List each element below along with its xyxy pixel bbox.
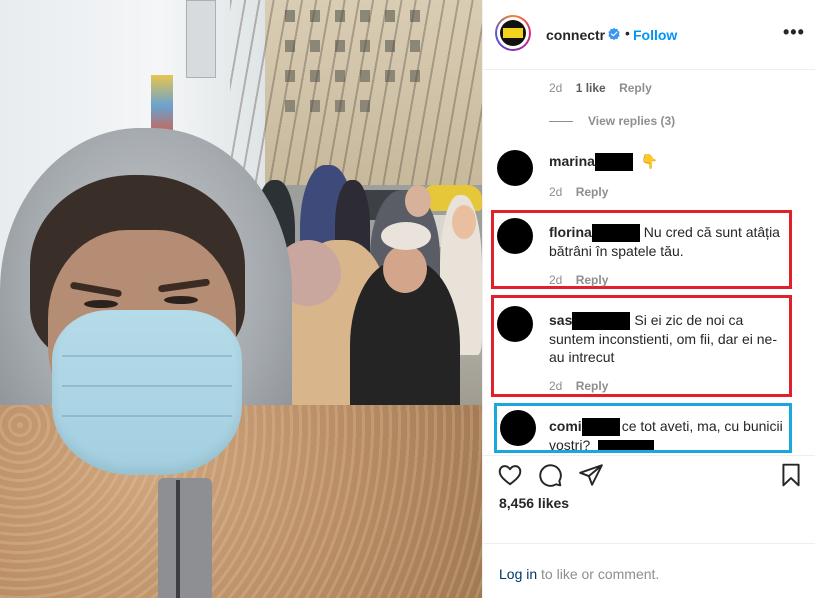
comment-avatar[interactable] bbox=[500, 410, 536, 446]
bookmark-icon[interactable] bbox=[778, 462, 804, 488]
comment-body: sas Si ei zic de noi ca suntem inconstien… bbox=[549, 311, 787, 366]
comment-age: 2d bbox=[549, 81, 563, 95]
mask-fold bbox=[62, 355, 232, 357]
view-replies-line bbox=[549, 121, 573, 122]
comment-body: marina 👇 bbox=[549, 152, 789, 172]
comment-avatar[interactable] bbox=[497, 218, 533, 254]
comment-avatar[interactable] bbox=[497, 306, 533, 342]
more-options-icon[interactable]: ••• bbox=[783, 22, 805, 43]
face-mask bbox=[52, 310, 242, 475]
comment-meta: 2d 1 like Reply bbox=[549, 81, 652, 95]
login-link[interactable]: Log in bbox=[499, 566, 537, 582]
comment-meta: 2d Reply bbox=[549, 185, 608, 199]
redaction-bar bbox=[591, 224, 640, 243]
login-suffix: to like or comment. bbox=[537, 566, 660, 582]
view-replies-button[interactable]: View replies (3) bbox=[588, 114, 675, 128]
comment-likes[interactable]: 1 like bbox=[576, 81, 606, 95]
comment-username[interactable]: florina bbox=[549, 224, 592, 240]
comment-username[interactable]: comi bbox=[549, 418, 582, 434]
post-details-panel: connectr • Follow ••• 2d 1 like Reply Vi… bbox=[482, 0, 815, 598]
instagram-post-view: connectr • Follow ••• 2d 1 like Reply Vi… bbox=[0, 0, 815, 598]
connectr-logo-icon bbox=[500, 20, 526, 46]
mask-fold bbox=[62, 415, 232, 417]
comment-age: 2d bbox=[549, 379, 563, 393]
comment-avatar[interactable] bbox=[497, 150, 533, 186]
eye bbox=[164, 296, 198, 304]
bare-trees bbox=[230, 0, 482, 200]
comment-age: 2d bbox=[549, 273, 563, 287]
air-conditioner bbox=[186, 0, 216, 78]
separator-dot: • bbox=[625, 25, 630, 41]
reply-button[interactable]: Reply bbox=[619, 81, 652, 95]
comment-body: comi ce tot aveti, ma, cu bunicii vostri? bbox=[549, 417, 785, 450]
inner-hoodie bbox=[158, 478, 212, 598]
face bbox=[452, 205, 476, 239]
face bbox=[383, 245, 427, 293]
reply-button[interactable]: Reply bbox=[576, 185, 609, 199]
comment-body: florina Nu cred că sunt atâția bătrâni în… bbox=[549, 223, 789, 260]
logo-band bbox=[503, 28, 523, 38]
highlight-box-blue: comi ce tot aveti, ma, cu bunicii vostri? bbox=[494, 403, 792, 453]
redaction-bar bbox=[598, 439, 655, 450]
redaction-bar bbox=[581, 418, 620, 437]
redaction-bar bbox=[572, 312, 631, 331]
follow-button[interactable]: Follow bbox=[633, 27, 677, 43]
comment-age: 2d bbox=[549, 185, 563, 199]
post-footer: Log in to like or comment. bbox=[483, 543, 815, 598]
reply-button[interactable]: Reply bbox=[576, 273, 609, 287]
mask-fold bbox=[62, 385, 232, 387]
pointing-down-emoji: 👇 bbox=[640, 153, 659, 169]
post-actions-bar bbox=[483, 455, 815, 495]
avatar-inner bbox=[497, 17, 529, 49]
eye bbox=[84, 300, 118, 308]
comment-username[interactable]: marina bbox=[549, 153, 595, 169]
post-username[interactable]: connectr bbox=[546, 27, 605, 43]
heart-icon[interactable] bbox=[497, 462, 523, 488]
profile-avatar[interactable] bbox=[495, 15, 531, 51]
comment-meta: 2d Reply bbox=[549, 273, 608, 287]
post-photo[interactable] bbox=[0, 0, 482, 598]
comment-icon[interactable] bbox=[537, 462, 563, 488]
zipper bbox=[176, 480, 180, 598]
reply-button[interactable]: Reply bbox=[576, 379, 609, 393]
share-icon[interactable] bbox=[578, 462, 604, 488]
hat bbox=[381, 222, 431, 250]
comment-username[interactable]: sas bbox=[549, 312, 572, 328]
likes-count[interactable]: 8,456 likes bbox=[499, 495, 569, 511]
comment-meta: 2d Reply bbox=[549, 379, 608, 393]
redaction-bar bbox=[594, 153, 633, 172]
face bbox=[405, 185, 431, 217]
verified-badge-icon bbox=[608, 27, 620, 41]
post-header: connectr • Follow ••• bbox=[483, 0, 815, 70]
login-prompt: Log in to like or comment. bbox=[499, 566, 659, 582]
